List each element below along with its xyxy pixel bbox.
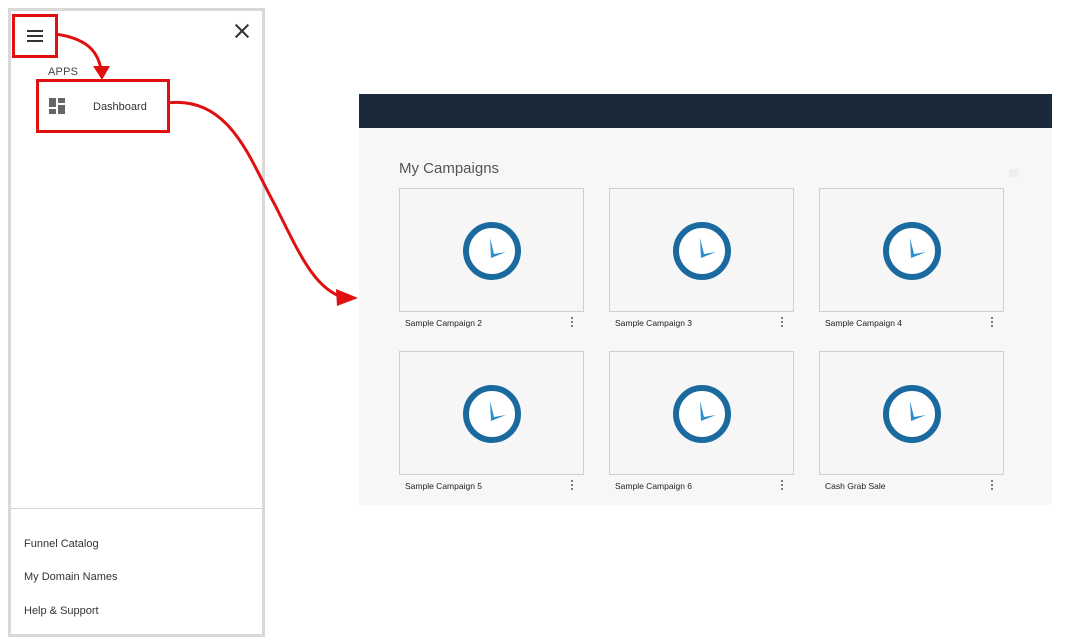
more-options-icon[interactable] [987,479,997,493]
campaign-thumbnail[interactable] [609,351,794,475]
help-support-link[interactable]: Help & Support [24,605,99,617]
arrow-head-campaigns [336,289,358,306]
clock-icon [463,222,521,280]
sidebar-item-label: Dashboard [93,101,147,113]
menu-button[interactable] [12,14,58,58]
apps-section-label: APPS [48,66,79,78]
hamburger-icon [27,30,43,42]
clock-icon [883,222,941,280]
page-title: My Campaigns [399,160,500,177]
clock-icon [673,222,731,280]
drawer-divider [11,508,262,509]
campaign-name: Sample Campaign 2 [405,318,483,328]
app-header-bar [359,94,1052,128]
my-domain-names-link[interactable]: My Domain Names [24,571,118,583]
campaign-thumbnail[interactable] [819,351,1004,475]
more-options-icon[interactable] [777,316,787,330]
view-toggle[interactable] [1009,169,1019,177]
funnel-catalog-link[interactable]: Funnel Catalog [24,538,99,550]
campaign-thumbnail[interactable] [819,188,1004,312]
campaign-thumbnail[interactable] [399,351,584,475]
campaign-thumbnail[interactable] [399,188,584,312]
more-options-icon[interactable] [987,316,997,330]
more-options-icon[interactable] [567,479,577,493]
close-icon[interactable] [234,23,250,39]
campaign-name: Sample Campaign 4 [825,318,903,328]
campaign-name: Sample Campaign 5 [405,481,483,491]
campaigns-panel: My Campaigns Sample Campaign 2 Sample Ca… [359,94,1052,505]
more-options-icon[interactable] [777,479,787,493]
dashboard-icon [49,98,65,114]
campaign-name: Sample Campaign 3 [615,318,693,328]
sidebar-item-dashboard[interactable]: Dashboard [36,79,170,133]
campaign-name: Cash Grab Sale [825,481,886,491]
campaign-name: Sample Campaign 6 [615,481,693,491]
clock-icon [463,385,521,443]
campaign-thumbnail[interactable] [609,188,794,312]
clock-icon [883,385,941,443]
more-options-icon[interactable] [567,316,577,330]
nav-drawer: APPS Dashboard Funnel Catalog My Domain … [8,8,265,637]
clock-icon [673,385,731,443]
